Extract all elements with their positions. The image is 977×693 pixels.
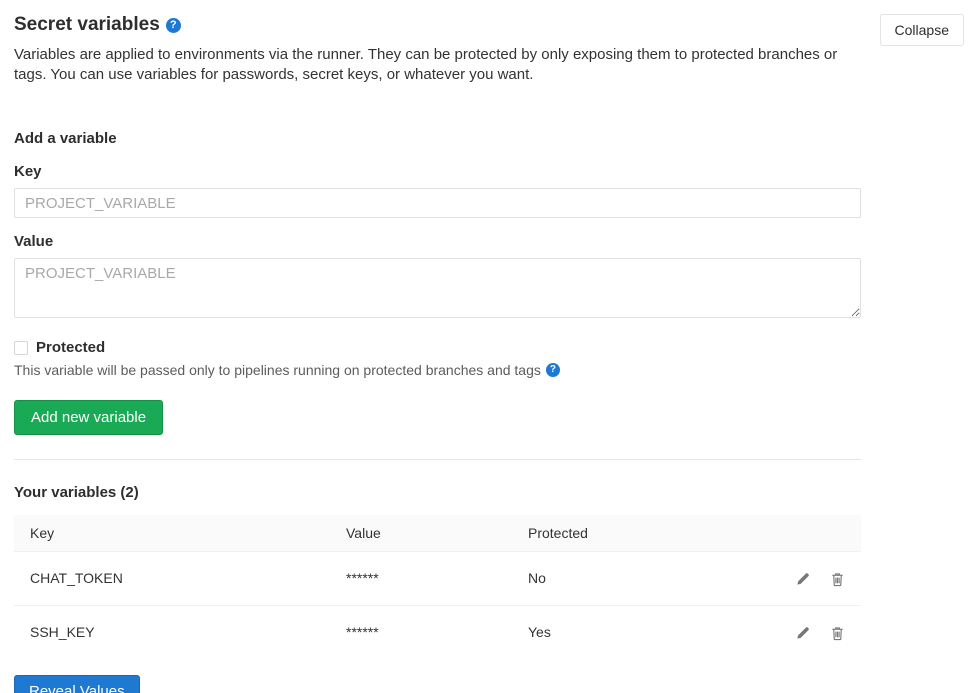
secret-variables-panel: Collapse Secret variables ? Variables ar…: [0, 0, 977, 693]
delete-variable-button[interactable]: [830, 626, 845, 641]
pencil-icon: [795, 629, 810, 644]
table-row: CHAT_TOKEN ****** No: [14, 552, 861, 606]
variable-key: CHAT_TOKEN: [14, 552, 330, 606]
add-new-variable-button[interactable]: Add new variable: [14, 400, 163, 435]
add-variable-heading: Add a variable: [14, 130, 861, 148]
reveal-values-button[interactable]: Reveal Values: [14, 675, 140, 693]
table-row: SSH_KEY ****** Yes: [14, 605, 861, 658]
collapse-button[interactable]: Collapse: [880, 14, 964, 46]
column-header-actions: [752, 515, 861, 552]
variable-value-masked: ******: [330, 552, 512, 606]
help-icon[interactable]: ?: [546, 363, 560, 377]
key-label: Key: [14, 163, 861, 181]
pencil-icon: [795, 575, 810, 590]
protected-checkbox[interactable]: [14, 341, 28, 355]
value-input[interactable]: [14, 258, 861, 318]
your-variables-heading: Your variables (2): [14, 484, 861, 502]
panel-header: Secret variables ?: [14, 14, 861, 36]
edit-variable-button[interactable]: [795, 572, 810, 587]
protected-help-label: This variable will be passed only to pip…: [14, 361, 541, 379]
variables-table: Key Value Protected CHAT_TOKEN ****** No: [14, 515, 861, 659]
trash-icon: [830, 629, 845, 644]
protected-label[interactable]: Protected: [36, 339, 105, 356]
value-label: Value: [14, 233, 861, 251]
variable-protected-status: Yes: [512, 605, 752, 658]
trash-icon: [830, 575, 845, 590]
column-header-protected: Protected: [512, 515, 752, 552]
help-icon[interactable]: ?: [166, 18, 181, 33]
column-header-value: Value: [330, 515, 512, 552]
protected-help-text: This variable will be passed only to pip…: [14, 361, 861, 379]
section-divider: [14, 459, 861, 460]
delete-variable-button[interactable]: [830, 572, 845, 587]
table-header-row: Key Value Protected: [14, 515, 861, 552]
column-header-key: Key: [14, 515, 330, 552]
page-title: Secret variables: [14, 14, 160, 36]
variable-value-masked: ******: [330, 605, 512, 658]
variable-protected-status: No: [512, 552, 752, 606]
variable-key: SSH_KEY: [14, 605, 330, 658]
edit-variable-button[interactable]: [795, 626, 810, 641]
key-input[interactable]: [14, 188, 861, 218]
panel-description: Variables are applied to environments vi…: [14, 45, 861, 85]
